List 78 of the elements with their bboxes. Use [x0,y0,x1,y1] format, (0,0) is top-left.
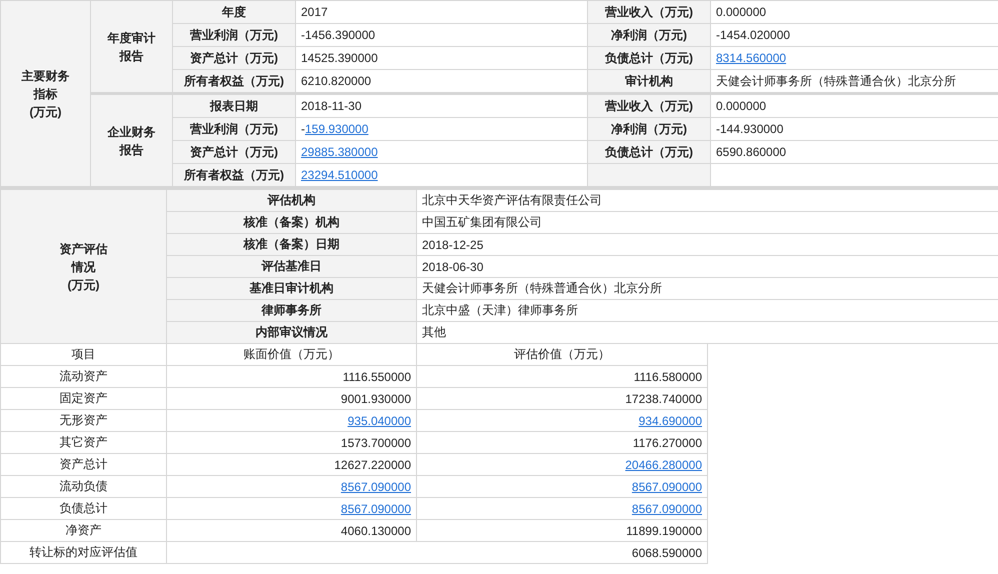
table-cell: 流动负债 [0,476,166,498]
field-label: 负债总计（万元) [588,140,710,164]
field-label: 评估基准日 [166,256,416,278]
field-value: 6590.860000 [716,145,786,159]
field-value: 0.000000 [716,5,766,19]
field-value: 6210.820000 [301,74,372,88]
field-label: 基准日审计机构 [166,278,416,300]
field-label: 内部审议情况 [166,322,416,344]
field-value: 天健会计师事务所（特殊普通合伙）北京分所 [422,281,662,295]
field-label: 所有者权益（万元) [172,164,296,186]
value-link[interactable]: 23294.510000 [301,168,378,182]
field-label: 营业收入（万元) [588,94,710,118]
field-value: 1573.700000 [340,436,411,450]
field-value: 1116.580000 [634,370,702,384]
value-link[interactable]: 935.040000 [348,414,411,428]
value-link[interactable]: 8567.090000 [632,502,702,516]
section-label: 资产评估 情况 (万元) [60,242,108,292]
value-link[interactable]: 8567.090000 [632,480,702,494]
field-label: 资产总计（万元) [172,140,296,164]
field-value: -144.930000 [716,122,784,136]
field-value: 4060.130000 [340,524,411,538]
field-value: 6068.590000 [632,546,702,560]
table-cell: 净资产 [0,520,166,542]
field-label: 负债总计（万元) [588,46,710,70]
field-value: 2018-06-30 [422,260,484,274]
field-label: 年度 [172,0,296,24]
field-value: 9001.930000 [340,392,411,406]
field-label: 评估机构 [166,188,416,212]
field-label: 核准（备案）机构 [166,212,416,234]
table-cell: 资产总计 [0,454,166,476]
value-link[interactable]: 934.690000 [638,414,702,428]
group-label: 年度审计 报告 [108,30,156,62]
value-link[interactable]: 29885.380000 [301,145,378,159]
field-label: 营业利润（万元) [172,118,296,140]
value-link[interactable]: 8567.090000 [340,502,411,516]
field-label: 净利润（万元) [588,118,710,140]
field-value: 14525.390000 [301,51,378,65]
field-value: 11899.190000 [626,524,702,538]
field-value: - [301,122,305,136]
field-label: 营业收入（万元) [588,0,710,24]
field-value: 天健会计师事务所（特殊普通合伙）北京分所 [716,74,956,88]
field-value: 北京中天华资产评估有限责任公司 [422,193,602,207]
field-label: 净利润（万元) [588,24,710,46]
field-value: 2017 [301,5,328,19]
table-cell: 负债总计 [0,498,166,520]
table-cell: 固定资产 [0,388,166,410]
field-value: 17238.740000 [625,392,702,406]
field-value: 中国五矿集团有限公司 [422,215,542,229]
value-link[interactable]: 8567.090000 [340,480,411,494]
field-value: -1454.020000 [716,28,790,42]
field-value: 其他 [422,325,446,339]
field-value: 0.000000 [716,99,766,113]
field-value: -1456.390000 [301,28,376,42]
field-value: 1176.270000 [632,436,702,450]
group-label: 企业财务 报告 [108,124,156,156]
value-link[interactable]: 20466.280000 [625,458,702,472]
field-value: 北京中盛（天津）律师事务所 [422,303,578,317]
field-label: 审计机构 [588,70,710,94]
table-cell: 流动资产 [0,366,166,388]
table-cell: 无形资产 [0,410,166,432]
field-label: 资产总计（万元) [172,46,296,70]
field-value: 12627.220000 [334,458,411,472]
field-label: 报表日期 [172,94,296,118]
table-cell: 转让标的对应评估值 [0,542,166,564]
column-header: 评估价值（万元） [416,344,708,366]
column-header: 项目 [0,344,166,366]
value-link[interactable]: 8314.560000 [716,51,786,65]
column-header: 账面价值（万元） [166,344,416,366]
field-value: 2018-11-30 [301,99,362,113]
field-label: 所有者权益（万元) [172,70,296,94]
value-link[interactable]: 159.930000 [305,122,368,136]
field-label: 营业利润（万元) [172,24,296,46]
table-cell: 其它资产 [0,432,166,454]
field-value: 2018-12-25 [422,238,484,252]
field-label: 律师事务所 [166,300,416,322]
section-label: 主要财务 指标 (万元) [22,68,70,118]
field-value: 1116.550000 [342,370,411,384]
field-label: 核准（备案）日期 [166,234,416,256]
